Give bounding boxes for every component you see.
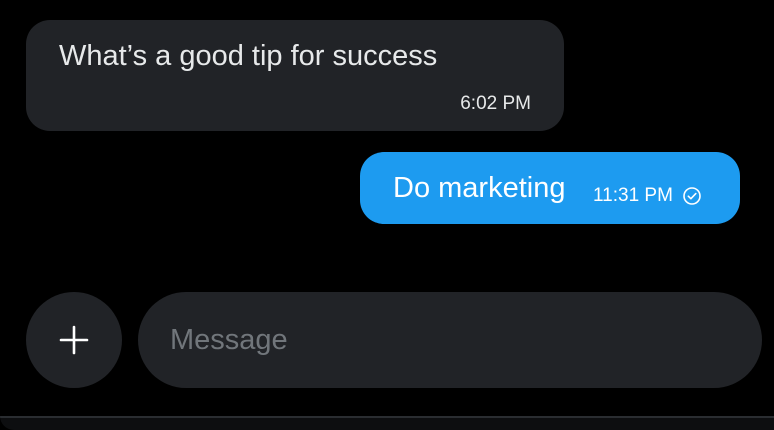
message-text: Do marketing (393, 172, 566, 204)
message-meta: 11:31 PM (593, 185, 702, 207)
message-text: What’s a good tip for success (59, 40, 438, 72)
message-composer (0, 290, 774, 390)
received-message-bubble[interactable]: What’s a good tip for success 6:02 PM (26, 20, 564, 131)
message-timestamp: 6:02 PM (460, 93, 531, 114)
window-bottom-edge (0, 416, 774, 430)
check-circle-icon (683, 187, 701, 205)
message-timestamp: 11:31 PM (593, 185, 673, 206)
dm-conversation-window: What’s a good tip for success 6:02 PM Do… (0, 0, 774, 430)
sent-message-bubble[interactable]: Do marketing 11:31 PM (360, 152, 740, 224)
add-attachment-button[interactable] (26, 292, 122, 388)
message-list: What’s a good tip for success 6:02 PM Do… (0, 0, 774, 280)
plus-icon (59, 325, 89, 355)
message-input[interactable] (138, 292, 762, 388)
